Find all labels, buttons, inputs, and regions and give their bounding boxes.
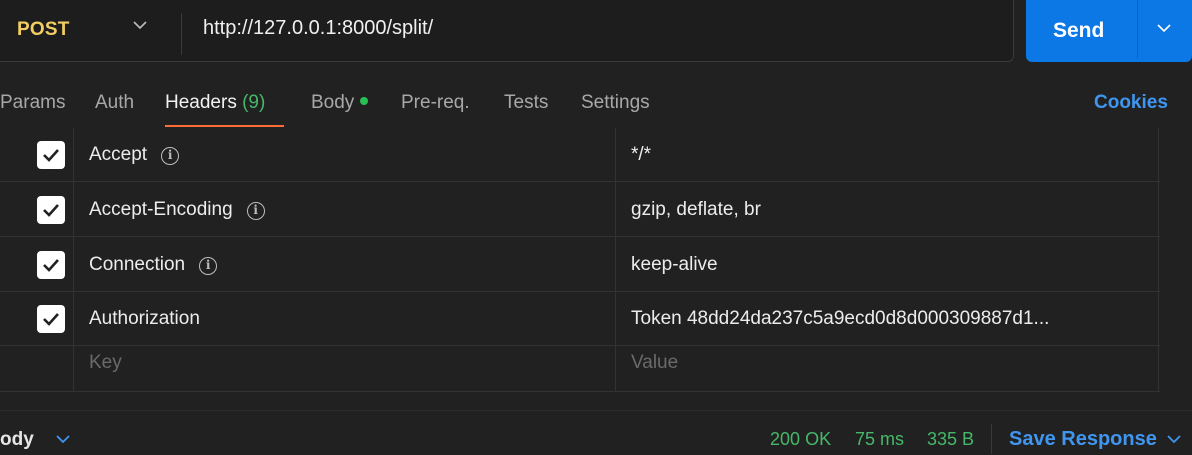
header-key[interactable]: Connection i: [89, 254, 218, 276]
tab-params[interactable]: Params: [0, 92, 65, 114]
response-time: 75 ms: [855, 429, 905, 449]
active-tab-indicator: [165, 125, 284, 127]
tab-tests[interactable]: Tests: [504, 92, 548, 114]
tab-label: Headers: [165, 92, 237, 113]
content-dot-icon: [360, 97, 369, 105]
new-value-input[interactable]: Value: [631, 352, 678, 374]
headers-table: Accept i */* Accept-Encoding i gzip, defla…: [0, 128, 1192, 410]
method-select[interactable]: POST: [17, 19, 70, 41]
tab-headers[interactable]: Headers (9): [165, 92, 265, 114]
info-icon[interactable]: i: [199, 257, 218, 275]
tab-count-badge: (9): [242, 92, 266, 113]
table-row: Accept-Encoding i gzip, deflate, br: [0, 183, 1160, 237]
check-icon: [43, 204, 59, 217]
check-icon: [43, 149, 59, 162]
tab-label: Settings: [581, 92, 650, 113]
column-divider: [73, 128, 74, 392]
column-divider: [1158, 128, 1159, 392]
info-icon[interactable]: i: [246, 202, 265, 220]
info-icon[interactable]: i: [161, 147, 180, 165]
status-code-number: 200: [770, 429, 801, 449]
table-row: Accept i */*: [0, 128, 1160, 182]
header-key-text: Accept: [89, 144, 148, 165]
tab-body[interactable]: Body: [311, 92, 369, 114]
chevron-down-icon[interactable]: [55, 431, 71, 447]
url-input[interactable]: http://127.0.0.1:8000/split/: [203, 17, 433, 40]
response-divider: [0, 410, 1192, 411]
header-key[interactable]: Accept-Encoding i: [89, 199, 265, 221]
chevron-down-icon[interactable]: [1166, 431, 1182, 447]
send-button-label: Send: [1053, 19, 1105, 42]
response-size: 335 B: [927, 429, 975, 449]
send-split-divider: [1137, 0, 1138, 58]
header-key-text: Connection: [89, 254, 186, 275]
url-bar: POST http://127.0.0.1:8000/split/: [0, 0, 1014, 62]
tab-label: Body: [311, 92, 355, 113]
status-code: 200 OK: [770, 429, 831, 450]
tab-label: Pre-req.: [401, 92, 470, 113]
url-divider: [181, 13, 182, 55]
new-key-input[interactable]: Key: [89, 352, 122, 374]
check-icon: [43, 259, 59, 272]
header-value[interactable]: */*: [631, 144, 651, 166]
header-key[interactable]: Authorization: [89, 308, 200, 330]
header-key[interactable]: Accept i: [89, 144, 180, 166]
tab-pre-request[interactable]: Pre-req.: [401, 92, 470, 114]
chevron-down-icon[interactable]: [1156, 20, 1172, 36]
tab-label: Params: [0, 92, 66, 113]
save-response-button[interactable]: Save Response: [1009, 428, 1157, 451]
row-checkbox[interactable]: [37, 141, 65, 169]
header-key-text: Authorization: [89, 308, 200, 329]
status-code-text: OK: [805, 429, 832, 449]
tab-label: Auth: [95, 92, 135, 113]
chevron-down-icon[interactable]: [132, 17, 148, 33]
send-button[interactable]: Send: [1026, 0, 1192, 62]
row-checkbox[interactable]: [37, 251, 65, 279]
column-divider: [615, 128, 616, 392]
table-row-new: Key Value: [0, 338, 1160, 392]
row-checkbox[interactable]: [37, 196, 65, 224]
header-value[interactable]: Token 48dd24da237c5a9ecd0d8d000309887d1.…: [631, 308, 1049, 330]
row-checkbox[interactable]: [37, 305, 65, 333]
header-value[interactable]: gzip, deflate, br: [631, 199, 761, 221]
check-icon: [43, 313, 59, 326]
tab-label: Tests: [504, 92, 549, 113]
response-body-label[interactable]: ody: [0, 429, 34, 451]
tab-settings[interactable]: Settings: [581, 92, 650, 114]
cookies-link[interactable]: Cookies: [1094, 92, 1168, 114]
header-key-text: Accept-Encoding: [89, 199, 233, 220]
table-row: Connection i keep-alive: [0, 238, 1160, 292]
tab-auth[interactable]: Auth: [95, 92, 134, 114]
header-value[interactable]: keep-alive: [631, 254, 718, 276]
bar-divider: [991, 424, 992, 454]
